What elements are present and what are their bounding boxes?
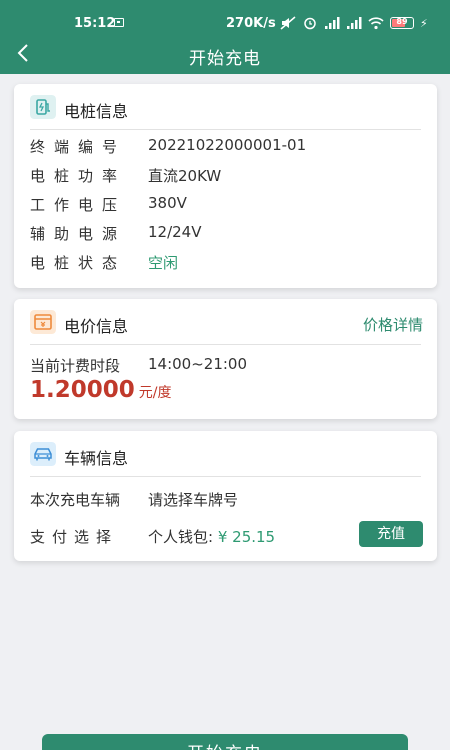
voltage-label: 工作电压 [30,196,127,214]
wallet-label: 个人钱包: [148,528,214,546]
pile-info-title: 电桩信息 [64,102,129,121]
page-title: 开始充电 [189,49,261,69]
charging-bolt-icon: ⚡ [420,16,428,30]
divider [30,344,421,345]
pile-info-card: 电桩信息 终端编号 20221022000001-01 电桩功率 直流20KW … [14,84,437,288]
battery-icon: 89 [390,17,414,29]
app-header: 15:12 270K/s 89 ⚡ 开始充电 [0,0,450,74]
vehicle-row-select[interactable]: 本次充电车辆 请选择车牌号 [30,489,421,511]
wifi-icon [368,17,384,30]
period-label: 当前计费时段 [30,357,121,375]
payment-label: 支付选择 [30,528,119,546]
vehicle-label: 本次充电车辆 [30,491,121,509]
price-value: 1.20000 [30,377,135,403]
aux-power-value: 12/24V [148,223,202,241]
status-bar: 15:12 270K/s 89 ⚡ [0,12,450,36]
power-value: 直流20KW [148,167,222,185]
status-value: 空闲 [148,254,179,272]
wallet-option[interactable]: 个人钱包: ¥ 25.15 [148,526,275,547]
price-display: 1.20000 元/度 [30,377,171,403]
start-charging-button[interactable]: 开始充电 [42,734,408,750]
alarm-icon [304,17,316,30]
sim-icon [114,18,124,27]
vehicle-info-title: 车辆信息 [64,449,129,468]
voltage-value: 380V [148,194,187,212]
plate-select[interactable]: 请选择车牌号 [148,489,238,510]
vehicle-info-header: 车辆信息 [14,431,437,477]
status-time: 15:12 [74,16,116,31]
pile-info-header: 电桩信息 [14,84,437,130]
mute-icon [280,16,296,30]
power-label: 电桩功率 [30,167,127,185]
recharge-button[interactable]: 充值 [359,521,423,547]
car-icon [30,442,56,466]
price-info-card: 电价信息 价格详情 当前计费时段 14:00~21:00 1.20000 元/度 [14,299,437,419]
price-icon [30,310,56,334]
divider [30,476,421,477]
signal-icon-2 [347,17,362,29]
divider [30,129,421,130]
charging-pile-icon [30,95,56,119]
price-unit: 元/度 [138,385,172,401]
wallet-amount: ¥ 25.15 [217,528,276,546]
status-label: 电桩状态 [30,254,127,272]
battery-level: 89 [396,17,408,26]
terminal-value: 20221022000001-01 [148,136,307,154]
price-detail-link[interactable]: 价格详情 [363,314,423,335]
status-icons: 89 ⚡ [280,15,428,31]
price-info-header: 电价信息 价格详情 [14,299,437,345]
vehicle-info-card: 车辆信息 本次充电车辆 请选择车牌号 支付选择 个人钱包: ¥ 25.15 充值 [14,431,437,561]
period-value: 14:00~21:00 [148,355,248,373]
signal-icon [325,17,340,29]
network-speed: 270K/s [226,16,276,31]
terminal-label: 终端编号 [30,138,127,156]
aux-power-label: 辅助电源 [30,225,127,243]
price-info-title: 电价信息 [64,317,129,336]
